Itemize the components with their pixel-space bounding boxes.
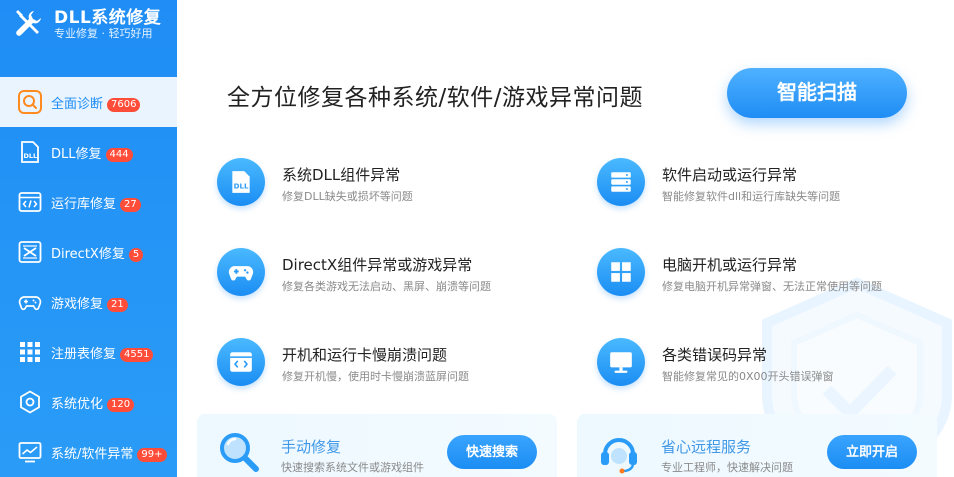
feature-title: DirectX组件异常或游戏异常 — [282, 256, 473, 274]
dll-file-icon: DLL — [232, 171, 250, 193]
page-title: 全方位修复各种系统/软件/游戏异常问题 — [227, 85, 643, 111]
feature-title: 电脑开机或运行异常 — [662, 256, 798, 274]
feature-slow-crash[interactable]: 开机和运行卡慢崩溃问题 修复开机慢，使用时卡慢崩溃蓝屏问题 — [217, 338, 557, 398]
svg-text:DLL: DLL — [234, 182, 249, 191]
smart-scan-button[interactable]: 智能扫描 — [727, 68, 907, 118]
feature-boot-error[interactable]: 电脑开机或运行异常 修复电脑开机异常弹窗、无法正常使用等问题 — [597, 248, 937, 308]
grid-icon — [20, 342, 40, 362]
quick-search-button[interactable]: 快速搜索 — [447, 435, 537, 469]
sidebar-item-label: 游戏修复 — [51, 297, 104, 312]
feature-icon-badge — [597, 338, 645, 386]
sidebar: DLL系统修复 专业修复 · 轻巧好用 全面诊断 7606 DLL DLL修复 44… — [0, 0, 177, 477]
feature-icon-badge — [597, 158, 645, 206]
feature-desc: 智能修复软件dll和运行库缺失等问题 — [662, 190, 841, 203]
count-badge: 444 — [105, 148, 133, 162]
sidebar-item-label: DirectX修复 — [51, 247, 125, 262]
feature-icon-badge — [217, 248, 265, 296]
sidebar-item-label: 系统/软件异常 — [51, 447, 134, 462]
count-badge: 4551 — [120, 348, 154, 362]
sidebar-item-label: 注册表修复 — [51, 347, 117, 362]
directx-icon — [18, 241, 42, 263]
count-badge: 5 — [128, 248, 144, 262]
count-badge: 27 — [120, 198, 141, 212]
main-panel: 全方位修复各种系统/软件/游戏异常问题 智能扫描 DLL 系统DLL组件异常 修… — [177, 0, 954, 477]
brand: DLL系统修复 专业修复 · 轻巧好用 — [0, 0, 177, 68]
card-desc: 专业工程师，快速解决问题 — [661, 461, 793, 474]
sidebar-item-label: 全面诊断 — [51, 97, 104, 112]
remote-service-card: 省心远程服务 专业工程师，快速解决问题 立即开启 — [577, 414, 937, 477]
count-badge: 21 — [107, 298, 128, 312]
windows-icon — [611, 262, 631, 282]
sidebar-item-dll-repair[interactable]: DLL DLL修复 444 — [0, 127, 177, 177]
wrench-screwdriver-icon — [16, 10, 41, 36]
server-stack-icon — [611, 172, 631, 192]
feature-dll-component[interactable]: DLL 系统DLL组件异常 修复DLL缺失或损坏等问题 — [217, 158, 557, 218]
feature-desc: 智能修复常见的0X00开头错误弹窗 — [662, 370, 834, 383]
feature-desc: 修复DLL缺失或损坏等问题 — [282, 190, 413, 203]
dll-file-icon: DLL — [21, 141, 39, 163]
gamepad-icon — [18, 296, 42, 311]
monitor-chart-icon — [18, 442, 42, 463]
feature-title: 软件启动或运行异常 — [662, 166, 798, 184]
feature-title: 各类错误码异常 — [662, 346, 768, 364]
sidebar-item-runtime-repair[interactable]: 运行库修复 27 — [0, 177, 177, 227]
feature-software-launch[interactable]: 软件启动或运行异常 智能修复软件dll和运行库缺失等问题 — [597, 158, 937, 218]
feature-icon-badge — [597, 248, 645, 296]
sidebar-item-full-diagnosis[interactable]: 全面诊断 7606 — [0, 77, 177, 127]
start-now-button[interactable]: 立即开启 — [827, 435, 917, 469]
app-subtitle: 专业修复 · 轻巧好用 — [54, 27, 153, 40]
search-icon — [18, 90, 42, 114]
sidebar-item-system-software-error[interactable]: 系统/软件异常 99+ — [0, 427, 177, 477]
feature-icon-badge — [217, 338, 265, 386]
code-window-icon — [18, 192, 42, 212]
magnifier-icon — [220, 433, 259, 472]
manual-repair-card: 手动修复 快速搜索系统文件或游戏组件 快速搜索 — [197, 414, 557, 477]
card-desc: 快速搜索系统文件或游戏组件 — [281, 461, 424, 474]
feature-desc: 修复开机慢，使用时卡慢崩溃蓝屏问题 — [282, 370, 469, 383]
gamepad-icon — [228, 266, 254, 281]
feature-title: 开机和运行卡慢崩溃问题 — [282, 346, 448, 364]
sidebar-item-label: DLL修复 — [51, 147, 102, 162]
sidebar-item-game-repair[interactable]: 游戏修复 21 — [0, 277, 177, 327]
sidebar-item-label: 系统优化 — [51, 397, 104, 412]
count-badge: 7606 — [107, 98, 141, 112]
sidebar-item-system-optimize[interactable]: 系统优化 120 — [0, 377, 177, 427]
card-title: 省心远程服务 — [661, 438, 752, 456]
feature-desc: 修复各类游戏无法启动、黑屏、崩溃等问题 — [282, 280, 491, 293]
gear-icon — [20, 390, 40, 414]
svg-text:DLL: DLL — [24, 152, 38, 160]
feature-desc: 修复电脑开机异常弹窗、无法正常使用等问题 — [662, 280, 882, 293]
count-badge: 120 — [107, 398, 135, 412]
sidebar-item-registry-repair[interactable]: 注册表修复 4551 — [0, 327, 177, 377]
count-badge: 99+ — [137, 448, 167, 462]
sidebar-item-directx-repair[interactable]: DirectX修复 5 — [0, 227, 177, 277]
feature-title: 系统DLL组件异常 — [282, 166, 401, 184]
feature-error-code[interactable]: 各类错误码异常 智能修复常见的0X00开头错误弹窗 — [597, 338, 937, 398]
monitor-icon — [610, 352, 632, 373]
code-window-icon — [230, 352, 252, 372]
card-title: 手动修复 — [281, 438, 342, 456]
feature-directx-game[interactable]: DirectX组件异常或游戏异常 修复各类游戏无法启动、黑屏、崩溃等问题 — [217, 248, 557, 308]
sidebar-nav: 全面诊断 7606 DLL DLL修复 444 运行库修复 27 DirectX… — [0, 77, 177, 477]
feature-icon-badge: DLL — [217, 158, 265, 206]
headset-icon — [601, 438, 637, 474]
sidebar-item-label: 运行库修复 — [51, 197, 117, 212]
